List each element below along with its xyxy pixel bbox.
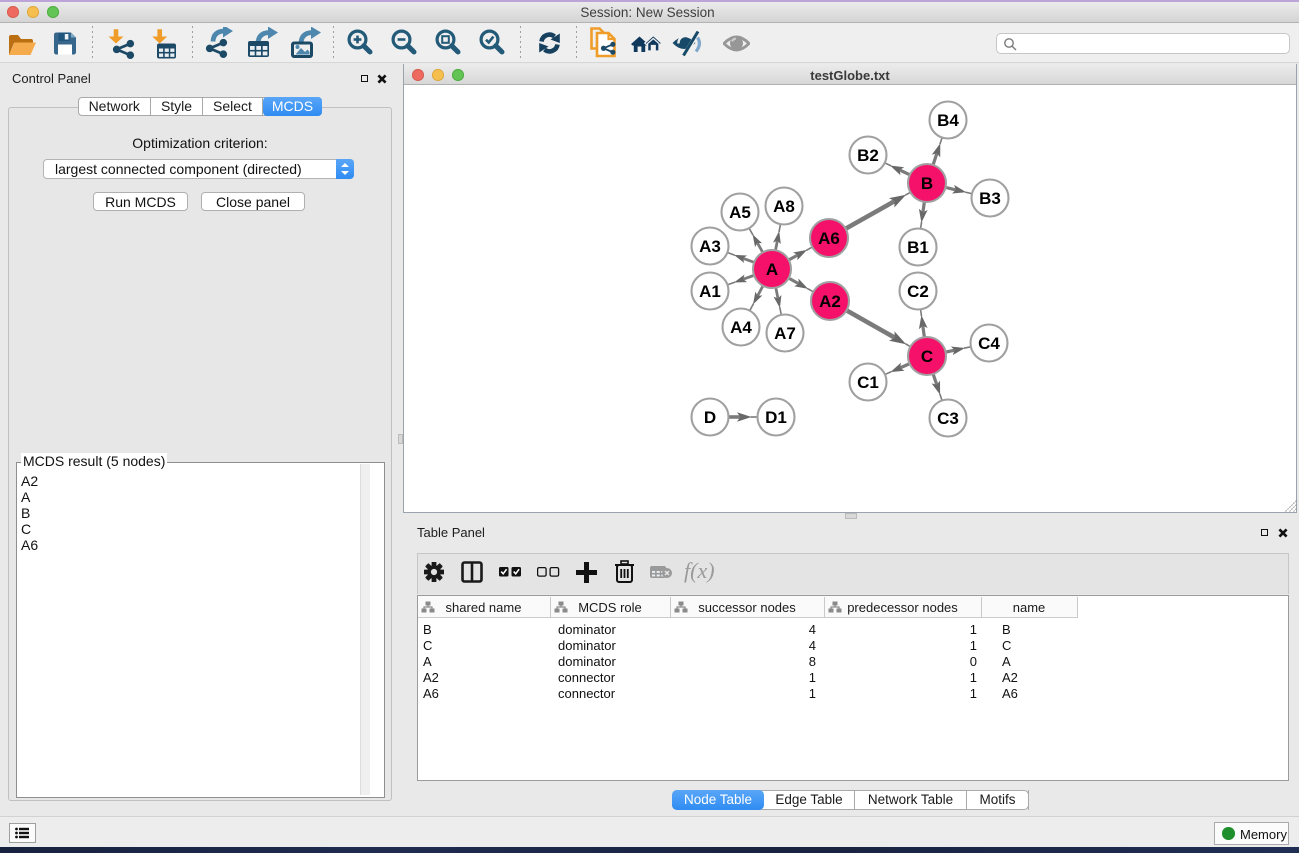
- svg-text:B1: B1: [907, 238, 929, 257]
- svg-text:C2: C2: [907, 282, 929, 301]
- svg-text:A5: A5: [729, 203, 751, 222]
- svg-text:C4: C4: [978, 334, 1000, 353]
- svg-text:A1: A1: [699, 282, 721, 301]
- svg-text:C1: C1: [857, 373, 879, 392]
- svg-text:B4: B4: [937, 111, 959, 130]
- svg-text:B2: B2: [857, 146, 879, 165]
- svg-text:B3: B3: [979, 189, 1001, 208]
- svg-text:A2: A2: [819, 292, 841, 311]
- svg-text:A7: A7: [774, 324, 796, 343]
- svg-text:C: C: [921, 347, 933, 366]
- svg-text:D: D: [704, 408, 716, 427]
- svg-text:A8: A8: [773, 197, 795, 216]
- svg-text:A4: A4: [730, 318, 752, 337]
- svg-text:A3: A3: [699, 237, 721, 256]
- svg-text:C3: C3: [937, 409, 959, 428]
- svg-text:B: B: [921, 174, 933, 193]
- svg-text:D1: D1: [765, 408, 787, 427]
- svg-text:A: A: [766, 260, 778, 279]
- svg-text:A6: A6: [818, 229, 840, 248]
